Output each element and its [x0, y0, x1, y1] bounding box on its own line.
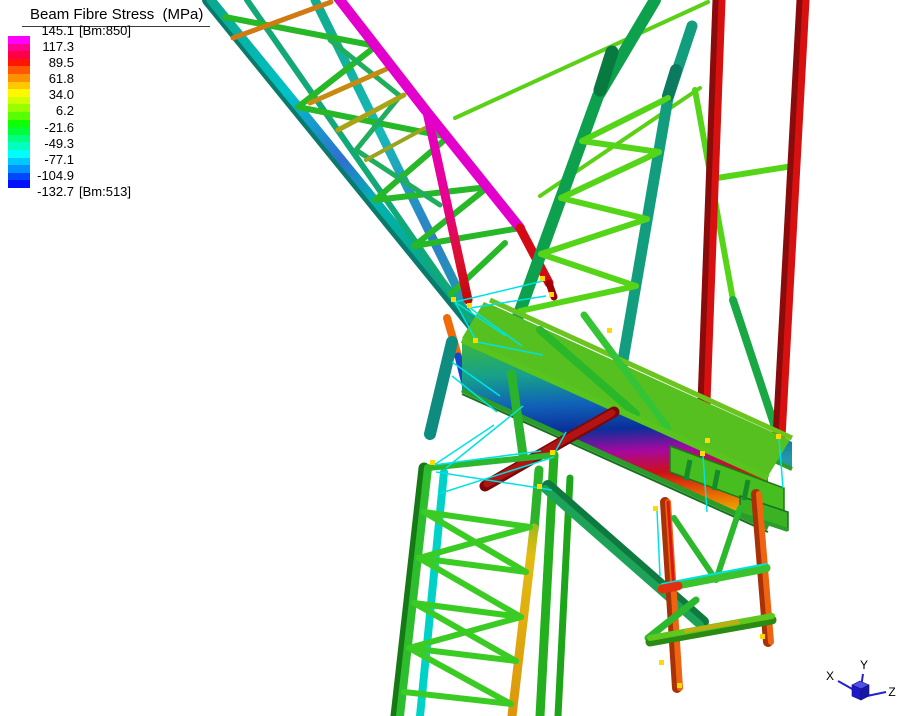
legend-band [8, 74, 30, 82]
legend-band [8, 59, 30, 67]
legend-band [8, 180, 30, 188]
axis-cube [852, 681, 869, 700]
legend-band [8, 173, 30, 181]
hanging-frame [648, 494, 772, 688]
legend-entry: 61.8 [30, 71, 131, 87]
axis-x-label: X [826, 669, 834, 683]
support-tower [396, 455, 570, 716]
legend-band [8, 104, 30, 112]
legend-band [8, 36, 30, 44]
legend-band [8, 142, 30, 150]
legend-band [8, 82, 30, 90]
legend-band [8, 51, 30, 59]
hanger-rods [701, 0, 806, 456]
legend-entry: 117.3 [30, 39, 131, 55]
legend-band [8, 158, 30, 166]
legend-entry: -77.1 [30, 152, 131, 168]
stress-legend: Beam Fibre Stress (MPa) 145.1[Bm:850]117… [8, 6, 218, 27]
legend-entry: -49.3 [30, 136, 131, 152]
legend-band [8, 135, 30, 143]
beam-stress-model[interactable] [0, 0, 900, 716]
legend-entry: -21.6 [30, 120, 131, 136]
legend-band [8, 127, 30, 135]
axis-z-label: Z [888, 685, 895, 699]
legend-band [8, 89, 30, 97]
legend-entry: -132.7[Bm:513] [30, 184, 131, 200]
legend-band [8, 66, 30, 74]
legend-entry: 89.5 [30, 55, 131, 71]
legend-band [8, 97, 30, 105]
legend-entry: 145.1[Bm:850] [30, 23, 131, 39]
legend-color-bar [8, 36, 30, 188]
legend-band [8, 112, 30, 120]
legend-entry: 34.0 [30, 87, 131, 103]
legend-entry: 6.2 [30, 103, 131, 119]
legend-band [8, 150, 30, 158]
axis-triad: X Y Z [820, 640, 900, 716]
legend-band [8, 165, 30, 173]
legend-values: 145.1[Bm:850]117.389.561.834.06.2-21.6-4… [30, 23, 131, 200]
legend-band [8, 120, 30, 128]
legend-entry: -104.9 [30, 168, 131, 184]
legend-band [8, 44, 30, 52]
axis-y-label: Y [860, 658, 868, 672]
model-viewport[interactable]: Beam Fibre Stress (MPa) 145.1[Bm:850]117… [0, 0, 900, 716]
right-boom-lacing [520, 90, 793, 311]
